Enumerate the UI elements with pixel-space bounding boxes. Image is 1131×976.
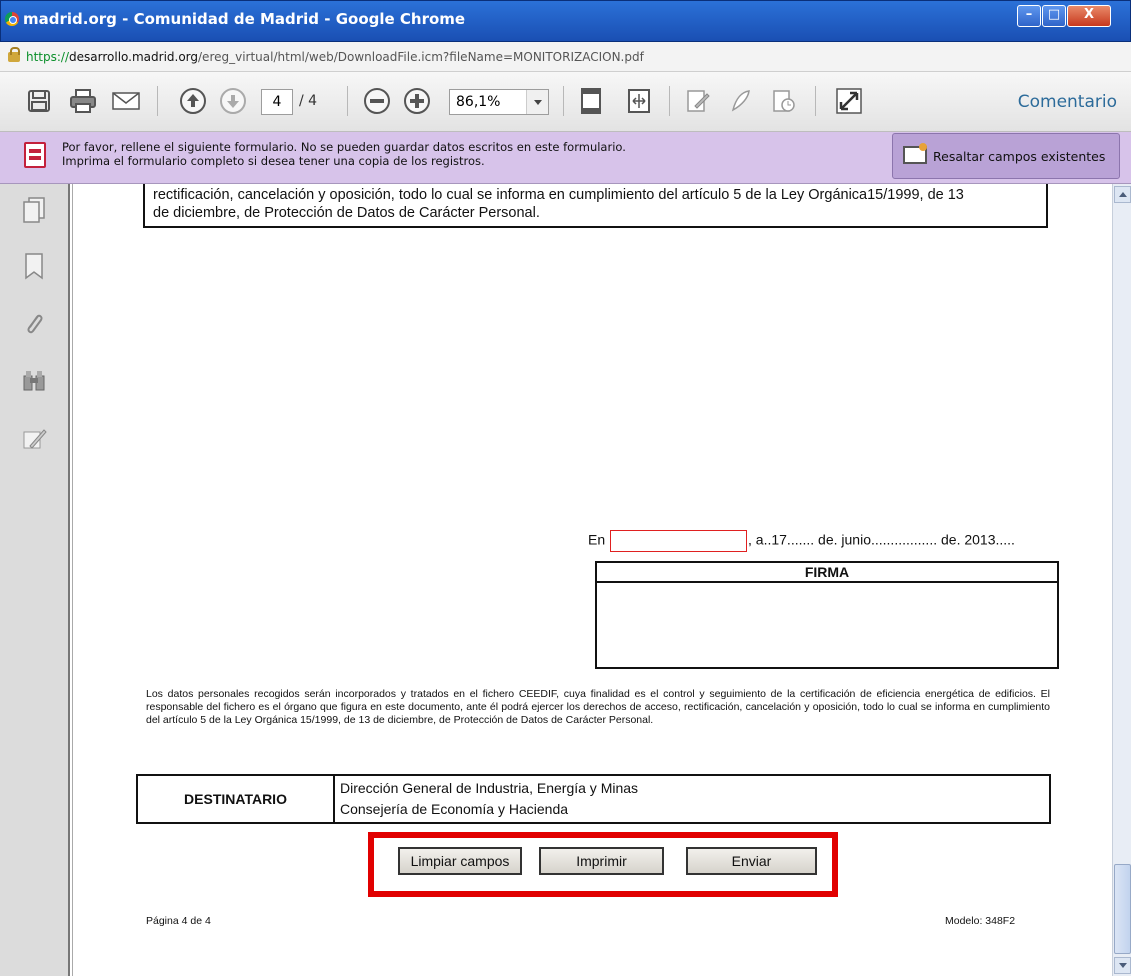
attachments-icon[interactable]: [22, 310, 46, 334]
print-icon[interactable]: [68, 86, 98, 116]
pages-icon[interactable]: [22, 196, 46, 223]
scroll-down-icon[interactable]: [1114, 957, 1131, 974]
email-icon[interactable]: [110, 86, 142, 116]
next-page-icon[interactable]: [218, 86, 248, 116]
fit-width-icon[interactable]: [625, 86, 653, 116]
recipient-table: DESTINATARIO Dirección General de Indust…: [136, 774, 1051, 824]
address-bar[interactable]: https://desarrollo.madrid.org/ereg_virtu…: [0, 42, 1131, 72]
signature-label: FIRMA: [597, 563, 1057, 583]
recipient-label: DESTINATARIO: [138, 776, 335, 822]
zoom-in-icon[interactable]: [402, 86, 432, 116]
toolbar-separator: [669, 86, 670, 116]
page-footer-right: Modelo: 348F2: [945, 915, 1016, 927]
window-title-bar: madrid.org - Comunidad de Madrid - Googl…: [0, 0, 1131, 42]
timestamp-icon[interactable]: [770, 86, 798, 116]
data-protection-notice: Los datos personales recogidos serán inc…: [146, 688, 1050, 726]
comment-button[interactable]: Comentario: [1018, 92, 1117, 112]
clear-fields-button[interactable]: Limpiar campos: [398, 847, 522, 875]
send-button[interactable]: Enviar: [686, 847, 817, 875]
form-icon: [24, 142, 46, 168]
recipient-value: Dirección General de Industria, Energía …: [340, 780, 639, 817]
navigation-pane: [0, 184, 70, 976]
window-title: madrid.org - Comunidad de Madrid - Googl…: [23, 10, 466, 28]
chevron-down-icon[interactable]: [526, 90, 548, 114]
save-icon[interactable]: [26, 86, 52, 116]
zoom-out-icon[interactable]: [362, 86, 392, 116]
toolbar-separator: [157, 86, 158, 116]
bookmarks-icon[interactable]: [22, 252, 46, 280]
zoom-select[interactable]: 86,1%: [449, 89, 549, 115]
maximize-button[interactable]: □: [1042, 5, 1066, 27]
pdf-toolbar: 4 / 4 86,1% Comentario: [0, 72, 1131, 132]
signature-box[interactable]: FIRMA: [595, 561, 1059, 669]
search-icon[interactable]: [22, 368, 46, 392]
previous-page-icon[interactable]: [178, 86, 208, 116]
minimize-button[interactable]: –: [1017, 5, 1041, 27]
fit-page-icon[interactable]: [578, 86, 604, 116]
signatures-icon[interactable]: [22, 426, 47, 450]
place-input[interactable]: [610, 530, 748, 552]
close-button[interactable]: X: [1067, 5, 1111, 27]
place-date-line: En , a..17....... de. junio.............…: [588, 530, 1015, 552]
highlight-fields-icon: [903, 143, 927, 164]
privacy-text-box: rectificación, cancelación y oposición, …: [143, 184, 1048, 228]
toolbar-separator: [347, 86, 348, 116]
lock-icon: [8, 47, 20, 62]
total-pages-label: / 4: [299, 93, 318, 109]
form-notice-text: Por favor, rellene el siguiente formular…: [62, 140, 626, 168]
current-page-input[interactable]: 4: [261, 89, 293, 115]
page-footer-left: Página 4 de 4: [146, 915, 211, 927]
sign-icon[interactable]: [684, 86, 712, 116]
fullscreen-icon[interactable]: [834, 86, 864, 116]
print-button[interactable]: Imprimir: [539, 847, 664, 875]
vertical-scrollbar[interactable]: [1112, 184, 1131, 976]
chrome-logo-icon: [5, 12, 19, 26]
toolbar-separator: [815, 86, 816, 116]
toolbar-separator: [563, 86, 564, 116]
highlight-fields-button[interactable]: Resaltar campos existentes: [892, 133, 1120, 179]
scroll-up-icon[interactable]: [1114, 186, 1131, 203]
scroll-thumb[interactable]: [1114, 864, 1131, 954]
pen-icon[interactable]: [727, 86, 755, 116]
url-text[interactable]: https://desarrollo.madrid.org/ereg_virtu…: [26, 50, 644, 64]
